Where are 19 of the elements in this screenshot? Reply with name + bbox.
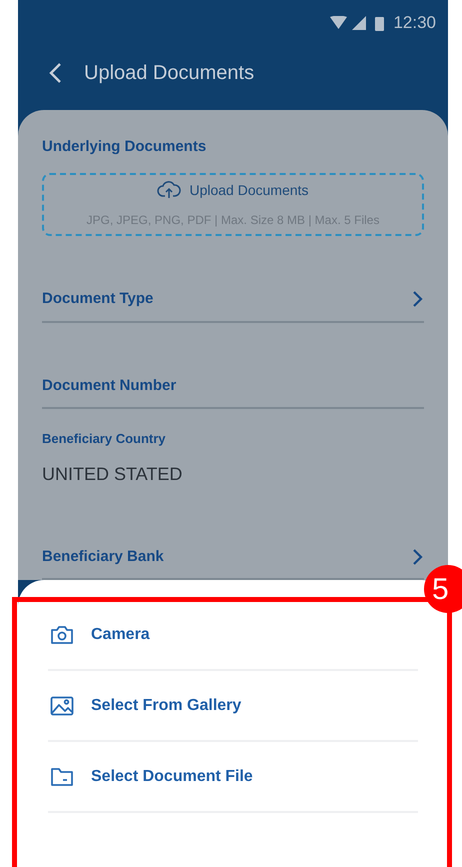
section-title: Underlying Documents bbox=[42, 137, 208, 157]
battery-icon bbox=[375, 16, 384, 30]
sheet-option[interactable]: Select Document File bbox=[48, 742, 418, 813]
select-field[interactable]: Document Type bbox=[42, 256, 424, 322]
field-label: Beneficiary Country bbox=[42, 430, 167, 448]
image-icon bbox=[50, 696, 74, 716]
status-time: 12:30 bbox=[393, 12, 436, 34]
signal-icon bbox=[352, 16, 366, 30]
field-value: UNITED STATED bbox=[42, 462, 184, 486]
input-field[interactable]: Document Number bbox=[42, 322, 424, 409]
camera-icon bbox=[50, 624, 74, 644]
chevron-right-icon bbox=[412, 290, 424, 308]
chevron-right-icon bbox=[412, 548, 424, 566]
screen-title: Upload Documents bbox=[84, 61, 254, 86]
upload-label: Upload Documents bbox=[189, 180, 309, 200]
cloud-upload-icon bbox=[157, 181, 182, 200]
folder-icon bbox=[50, 766, 74, 786]
wifi-icon bbox=[330, 16, 348, 30]
sheet-option[interactable]: Select From Gallery bbox=[48, 671, 418, 742]
